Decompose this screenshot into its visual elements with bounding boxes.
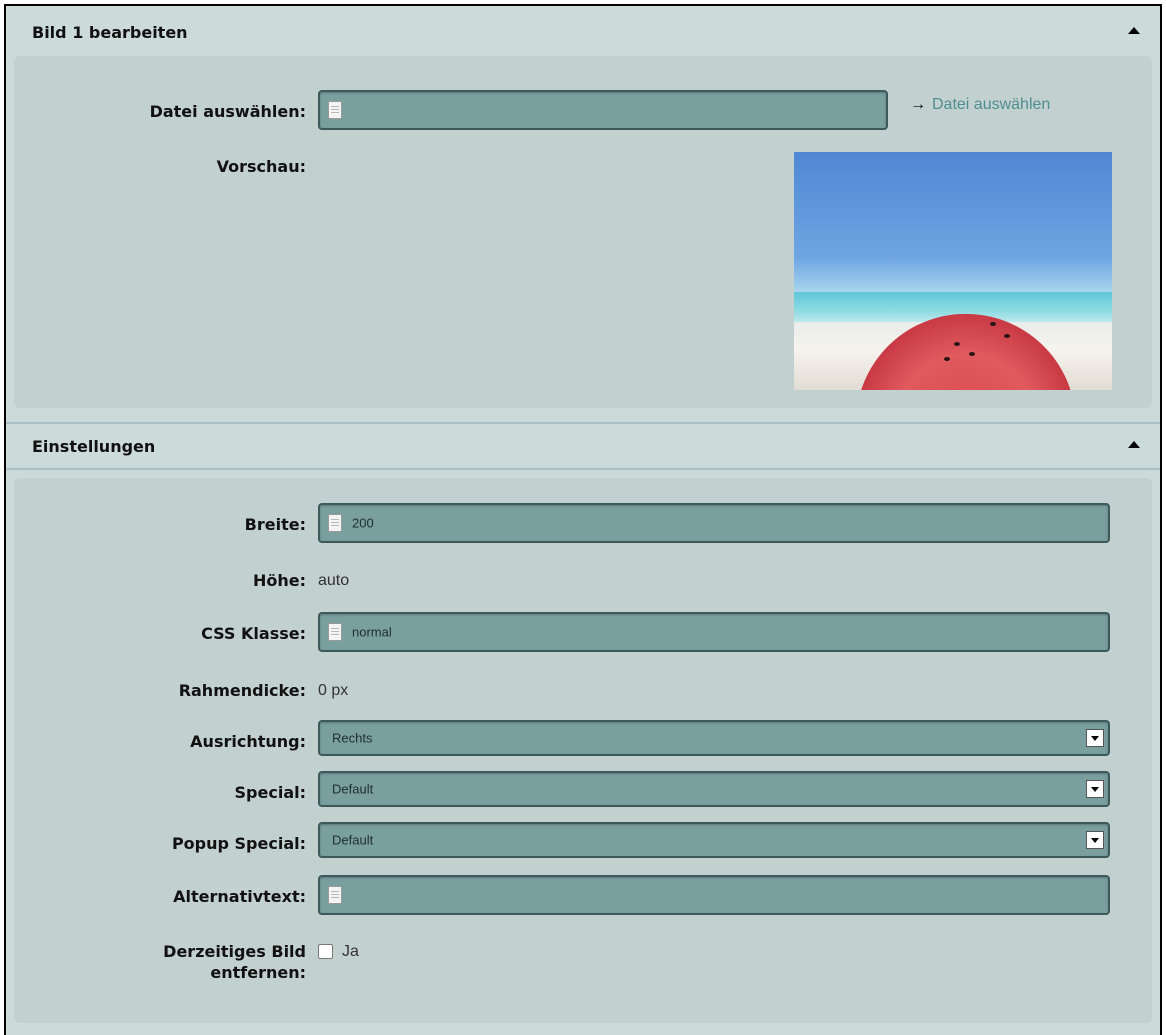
height-label: Höhe: <box>252 571 306 590</box>
width-field[interactable]: 200 <box>318 503 1110 543</box>
document-icon <box>328 101 342 119</box>
remove-image-checkbox[interactable] <box>318 944 333 959</box>
chevron-down-icon[interactable] <box>1086 729 1104 747</box>
file-select-link-text: Datei auswählen <box>932 96 1051 113</box>
border-width-label: Rahmendicke: <box>178 681 306 700</box>
width-value: 200 <box>352 515 374 531</box>
popup-special-label: Popup Special: <box>171 834 306 853</box>
remove-image-label-line1: Derzeitiges Bild <box>163 942 306 961</box>
alignment-label: Ausrichtung: <box>190 732 306 751</box>
css-class-label: CSS Klasse: <box>201 624 306 643</box>
border-width-value: 0 px <box>318 682 349 699</box>
preview-label: Vorschau: <box>216 157 306 176</box>
section-title-settings: Einstellungen <box>32 436 156 456</box>
preview-seed <box>954 342 960 346</box>
remove-image-option[interactable]: Ja <box>342 941 359 962</box>
triangle-up-icon[interactable] <box>1128 27 1140 34</box>
chevron-down-icon[interactable] <box>1086 831 1104 849</box>
file-select-label: Datei auswählen: <box>149 102 306 121</box>
css-class-field[interactable]: normal <box>318 612 1110 652</box>
css-class-value: normal <box>352 624 392 640</box>
arrow-right-icon: → <box>910 96 926 113</box>
section-header-edit-image[interactable]: Bild 1 bearbeiten <box>6 10 1160 54</box>
file-select-link[interactable]: → Datei auswählen <box>910 96 1050 114</box>
special-value: Default <box>332 781 374 797</box>
preview-seed <box>990 322 996 326</box>
preview-seed <box>969 352 975 356</box>
image-editor-frame: Bild 1 bearbeiten Datei auswählen: → Date… <box>4 4 1162 1035</box>
document-icon <box>328 514 342 532</box>
file-select-field[interactable] <box>318 90 888 130</box>
alignment-value: Rechts <box>332 730 373 746</box>
section-header-settings[interactable]: Einstellungen <box>6 424 1160 468</box>
section-title-edit-image: Bild 1 bearbeiten <box>32 22 188 42</box>
height-value: auto <box>318 572 350 589</box>
width-label: Breite: <box>244 515 306 534</box>
document-icon <box>328 886 342 904</box>
preview-seed <box>944 357 950 361</box>
section-divider <box>6 468 1160 470</box>
alt-text-field[interactable] <box>318 875 1110 915</box>
preview-seed <box>1004 334 1010 338</box>
remove-image-label-line2: entfernen: <box>210 963 306 982</box>
popup-special-select[interactable]: Default <box>318 822 1110 858</box>
document-icon <box>328 623 342 641</box>
preview-image <box>794 152 1112 390</box>
triangle-up-icon[interactable] <box>1128 441 1140 448</box>
special-select[interactable]: Default <box>318 771 1110 807</box>
special-label: Special: <box>234 783 306 802</box>
popup-special-value: Default <box>332 832 374 848</box>
remove-image-label: Derzeitiges Bild entfernen: <box>6 941 306 983</box>
alignment-select[interactable]: Rechts <box>318 720 1110 756</box>
chevron-down-icon[interactable] <box>1086 780 1104 798</box>
alt-text-label: Alternativtext: <box>173 887 306 906</box>
